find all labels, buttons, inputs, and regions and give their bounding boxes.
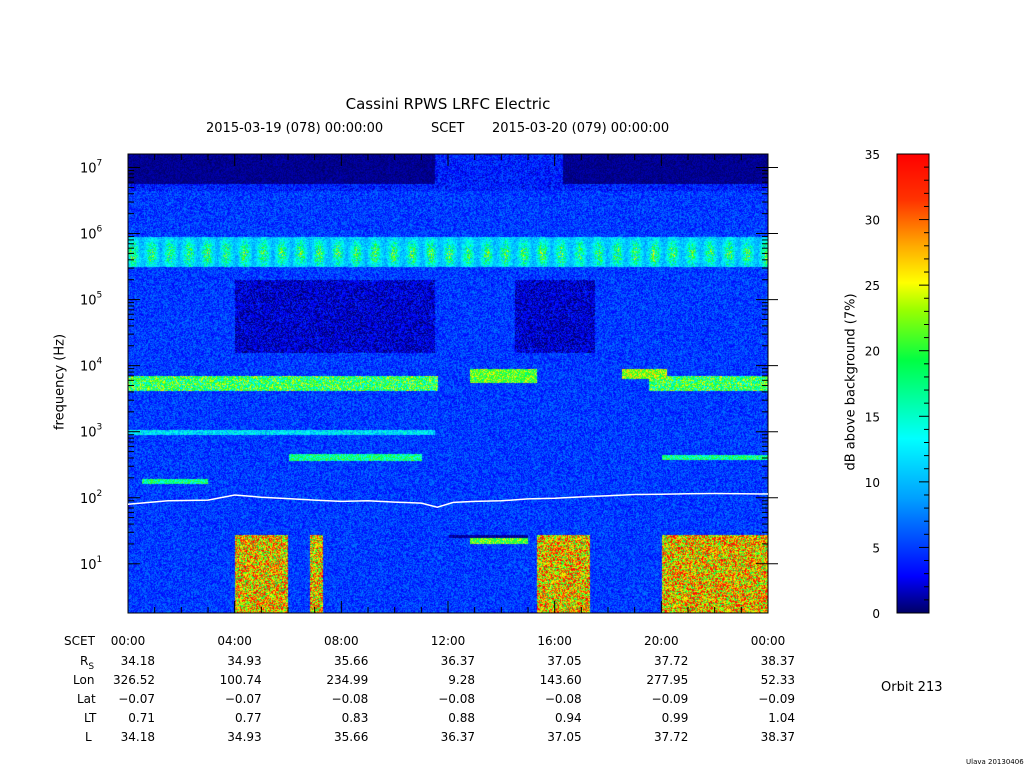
colorbar-tick-label: 25 (865, 279, 880, 293)
ephemeris-value: 326.52 (113, 673, 155, 687)
ephemeris-value: 0.94 (555, 711, 582, 725)
y-tick-label: 103 (80, 423, 102, 441)
ephemeris-time-label: 12:00 (431, 634, 466, 648)
y-tick-label: 104 (80, 357, 103, 375)
ephemeris-value: 34.93 (227, 654, 261, 668)
ephemeris-value: 34.18 (121, 730, 155, 744)
ephemeris-value: 9.28 (448, 673, 475, 687)
ephemeris-value: 35.66 (334, 654, 368, 668)
ephemeris-value: 37.72 (654, 730, 688, 744)
r-subscript: S (88, 662, 94, 672)
ephemeris-time-label: 16:00 (537, 634, 572, 648)
ephemeris-row-label: LT (84, 711, 97, 725)
ephemeris-time-label: 00:00 (751, 634, 786, 648)
y-tick-label: 107 (80, 158, 102, 176)
ephemeris-value: 0.99 (662, 711, 689, 725)
ephemeris-value: −0.07 (225, 692, 262, 706)
ephemeris-row-label: Lat (77, 692, 96, 706)
ephemeris-value: 36.37 (441, 730, 475, 744)
spectrogram-image (128, 154, 768, 613)
y-tick-label: 101 (80, 555, 102, 573)
colorbar-tick-label: 35 (865, 148, 880, 162)
ephemeris-row-label: L (85, 730, 92, 744)
ephemeris-value: 143.60 (540, 673, 582, 687)
spectrogram-figure: 101 102 103 104 105 106 107 0 5 10 15 20 25 30 35 SCE… (64, 148, 930, 744)
ephemeris-row-label: SCET (64, 634, 96, 648)
ephemeris-value: 100.74 (220, 673, 262, 687)
ephemeris-value: 38.37 (761, 730, 795, 744)
ephemeris-value: 37.05 (547, 654, 581, 668)
ephemeris-value: −0.09 (758, 692, 795, 706)
ephemeris-value: 0.77 (235, 711, 262, 725)
ephemeris-time-label: 04:00 (217, 634, 252, 648)
ephemeris-value: 34.93 (227, 730, 261, 744)
spectrogram-raster (128, 154, 768, 613)
ephemeris-value: 35.66 (334, 730, 368, 744)
y-tick-label: 102 (80, 489, 102, 507)
colorbar-tick-label: 0 (872, 607, 880, 621)
ephemeris-time-label: 08:00 (324, 634, 359, 648)
ephemeris-value: 34.18 (121, 654, 155, 668)
ephemeris-row-label: RS (80, 654, 94, 672)
colorbar-tick-label: 30 (865, 214, 880, 228)
ephemeris-value: −0.08 (545, 692, 582, 706)
colorbar-tick-label: 20 (865, 345, 880, 359)
ephemeris-value: 37.05 (547, 730, 581, 744)
ephemeris-time-label: 20:00 (644, 634, 679, 648)
ephemeris-value: 38.37 (761, 654, 795, 668)
ephemeris-value: 37.72 (654, 654, 688, 668)
ephemeris-value: −0.08 (332, 692, 369, 706)
ephemeris-value: 36.37 (441, 654, 475, 668)
ephemeris-value: −0.08 (438, 692, 475, 706)
ephemeris-value: −0.09 (652, 692, 689, 706)
ephemeris-value: 1.04 (768, 711, 795, 725)
colorbar (896, 153, 930, 614)
y-tick-label: 105 (80, 291, 102, 309)
colorbar-tick-label: 15 (865, 410, 880, 424)
ephemeris-value: 0.71 (128, 711, 155, 725)
ephemeris-value: −0.07 (118, 692, 155, 706)
ephemeris-value: 0.88 (448, 711, 475, 725)
ephemeris-value: 277.95 (646, 673, 688, 687)
ephemeris-table: SCET RSLon Lat LT L 00:00 04:00 08:00 12:00 16:00… (64, 634, 795, 744)
ephemeris-value: 234.99 (326, 673, 368, 687)
colorbar-tick-label: 10 (865, 476, 880, 490)
y-tick-label: 106 (80, 225, 103, 243)
ephemeris-value: 52.33 (761, 673, 795, 687)
ephemeris-time-label: 00:00 (111, 634, 146, 648)
ephemeris-value: 0.83 (342, 711, 369, 725)
ephemeris-row-label: Lon (73, 673, 94, 687)
colorbar-tick-label: 5 (872, 541, 880, 555)
